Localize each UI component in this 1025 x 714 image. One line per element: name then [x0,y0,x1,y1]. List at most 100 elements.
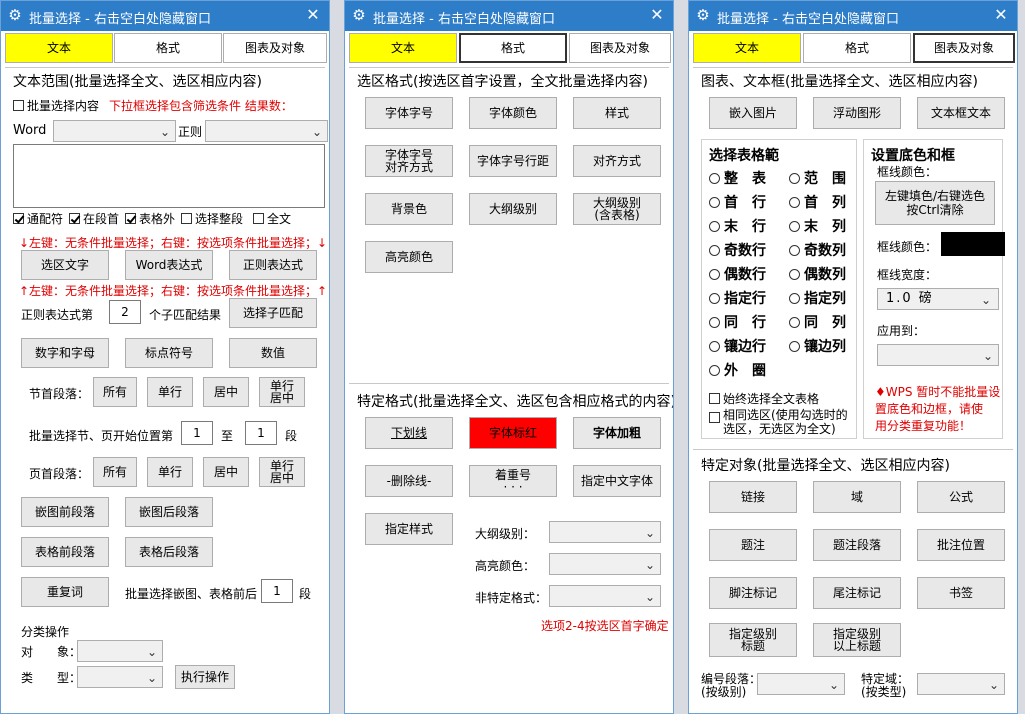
radio-even-cols[interactable]: 偶数列 [789,264,846,284]
object-dropdown[interactable]: ⌄ [77,640,163,662]
fill-color-button[interactable]: 左键填色/右键选色 按Ctrl清除 [875,181,995,225]
radio-dot[interactable] [709,268,720,280]
batch-select-content-checkbox[interactable]: 批量选择内容 [13,97,99,114]
font-spacing-button[interactable]: 字体字号行距 [469,145,557,177]
level-title-button[interactable]: 指定级别 标题 [709,623,797,657]
checkbox-box[interactable] [709,393,720,404]
checkbox-box[interactable] [181,213,192,224]
section-single-center-button[interactable]: 单行 居中 [259,377,305,407]
radio-dot[interactable] [709,364,720,376]
outside-table-checkbox[interactable]: 表格外 [125,210,175,227]
pre-table-para-button[interactable]: 表格前段落 [21,537,109,567]
tab-format[interactable]: 格式 [459,33,567,63]
highlight-color-button[interactable]: 高亮颜色 [365,241,453,273]
tab-charts-objects[interactable]: 图表及对象 [569,33,671,63]
close-icon[interactable]: ✕ [647,5,667,25]
red-font-button[interactable]: 字体标红 [469,417,557,449]
radio-dot[interactable] [709,196,720,208]
radio-whole-table[interactable]: 整 表 [709,168,766,188]
chinese-font-button[interactable]: 指定中文字体 [573,465,661,497]
radio-specific-col[interactable]: 指定列 [789,288,846,308]
same-selection-checkbox[interactable]: 相同选区(使用勾选时的 选区，无选区为全文) [709,408,848,436]
always-full-table-checkbox[interactable]: 始终选择全文表格 [709,390,819,407]
value-button[interactable]: 数值 [229,338,317,368]
pre-embed-para-button[interactable]: 嵌图前段落 [21,497,109,527]
tab-text[interactable]: 文本 [5,33,113,63]
radio-odd-cols[interactable]: 奇数列 [789,240,846,260]
select-text-button[interactable]: 选区文字 [21,250,109,280]
comment-position-button[interactable]: 批注位置 [917,529,1005,561]
search-textarea[interactable] [13,144,325,208]
pos-from-input[interactable]: 1 [181,421,213,445]
select-sub-match-button[interactable]: 选择子匹配 [229,298,317,328]
apply-to-dropdown[interactable]: ⌄ [877,344,999,366]
radio-first-col[interactable]: 首 列 [789,192,846,212]
alignment-button[interactable]: 对齐方式 [573,145,661,177]
link-button[interactable]: 链接 [709,481,797,513]
radio-dot[interactable] [709,220,720,232]
whole-para-checkbox[interactable]: 选择整段 [181,210,243,227]
caption-para-button[interactable]: 题注段落 [813,529,901,561]
radio-dot[interactable] [709,172,720,184]
radio-dot[interactable] [789,268,800,280]
strikethrough-button[interactable]: -删除线- [365,465,453,497]
radio-outer-ring[interactable]: 外 圈 [709,360,766,380]
radio-dot[interactable] [789,244,800,256]
close-icon[interactable]: ✕ [991,5,1011,25]
embed-image-button[interactable]: 嵌入图片 [709,97,797,129]
radio-dot[interactable] [789,220,800,232]
underline-button[interactable]: 下划线 [365,417,453,449]
radio-dot[interactable] [709,340,720,352]
num-letter-button[interactable]: 数字和字母 [21,338,109,368]
caption-button[interactable]: 题注 [709,529,797,561]
outline-level-dropdown[interactable]: ⌄ [549,521,661,543]
section-single-button[interactable]: 单行 [147,377,193,407]
title-bar[interactable]: ⚙ 批量选择 - 右击空白处隐藏窗口 ✕ [345,1,673,31]
radio-banded-rows[interactable]: 镶边行 [709,336,766,356]
radio-odd-rows[interactable]: 奇数行 [709,240,766,260]
field-button[interactable]: 域 [813,481,901,513]
close-icon[interactable]: ✕ [303,5,323,25]
radio-dot[interactable] [789,316,800,328]
batch-embed-input[interactable]: 1 [261,579,293,603]
radio-same-col[interactable]: 同 列 [789,312,846,332]
radio-first-row[interactable]: 首 行 [709,192,766,212]
checkbox-box[interactable] [709,412,720,423]
radio-dot[interactable] [789,340,800,352]
post-table-para-button[interactable]: 表格后段落 [125,537,213,567]
numbered-para-dropdown[interactable]: ⌄ [757,673,845,695]
bookmark-button[interactable]: 书签 [917,577,1005,609]
tab-charts-objects[interactable]: 图表及对象 [223,33,327,63]
execute-button[interactable]: 执行操作 [175,665,235,689]
radio-specific-row[interactable]: 指定行 [709,288,766,308]
checkbox-box[interactable] [69,213,80,224]
font-align-button[interactable]: 字体字号 对齐方式 [365,145,453,177]
regex-dropdown[interactable]: ⌄ [205,120,328,142]
radio-dot[interactable] [789,172,800,184]
emphasis-mark-button[interactable]: 着重号 · · · [469,465,557,497]
checkbox-box[interactable] [253,213,264,224]
wildcard-checkbox[interactable]: 通配符 [13,210,63,227]
tab-format[interactable]: 格式 [114,33,222,63]
radio-dot[interactable] [789,196,800,208]
radio-last-row[interactable]: 末 行 [709,216,766,236]
page-single-center-button[interactable]: 单行 居中 [259,457,305,487]
tab-charts-objects[interactable]: 图表及对象 [913,33,1015,63]
checkbox-box[interactable] [13,100,24,111]
radio-same-row[interactable]: 同 行 [709,312,766,332]
background-color-button[interactable]: 背景色 [365,193,453,225]
checkbox-box[interactable] [125,213,136,224]
special-field-dropdown[interactable]: ⌄ [917,673,1005,695]
tab-text[interactable]: 文本 [349,33,457,63]
bold-font-button[interactable]: 字体加粗 [573,417,661,449]
font-color-button[interactable]: 字体颜色 [469,97,557,129]
radio-dot[interactable] [709,292,720,304]
nonspecific-format-dropdown[interactable]: ⌄ [549,585,661,607]
formula-button[interactable]: 公式 [917,481,1005,513]
footnote-mark-button[interactable]: 脚注标记 [709,577,797,609]
float-shape-button[interactable]: 浮动图形 [813,97,901,129]
style-button[interactable]: 样式 [573,97,661,129]
title-bar[interactable]: ⚙ 批量选择 - 右击空白处隐藏窗口 ✕ [1,1,329,31]
type-dropdown[interactable]: ⌄ [77,666,163,688]
endnote-mark-button[interactable]: 尾注标记 [813,577,901,609]
